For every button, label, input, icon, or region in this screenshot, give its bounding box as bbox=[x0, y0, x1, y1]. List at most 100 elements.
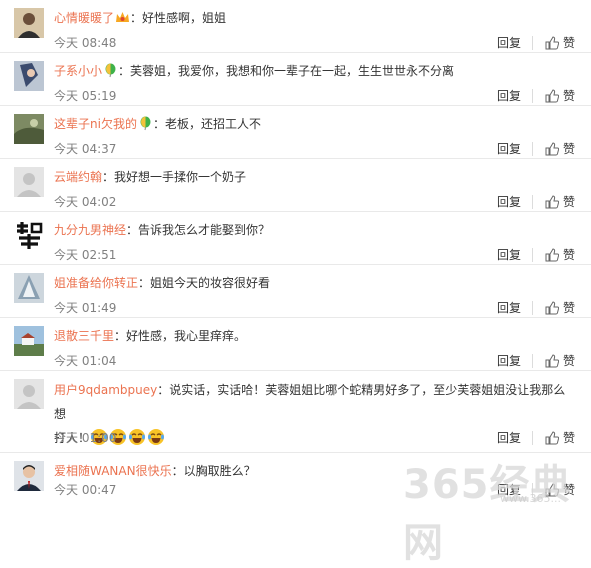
reply-button[interactable]: 回复 bbox=[497, 248, 521, 262]
like-button[interactable]: 赞 bbox=[545, 483, 575, 497]
comment-time: 今天 08:48 bbox=[54, 36, 117, 50]
reply-button[interactable]: 回复 bbox=[497, 142, 521, 156]
comment-line: 子系小小 ：芙蓉姐，我爱你，我想和你一辈子在一起，生生世世永不分离 bbox=[54, 60, 577, 82]
like-button[interactable]: 赞 bbox=[545, 354, 575, 368]
laughing-tears-emoji-icon bbox=[147, 428, 165, 446]
divider bbox=[532, 431, 533, 445]
comment-line: 姐准备给你转正：姐姐今天的妆容很好看 bbox=[54, 272, 577, 294]
comment-text: ：好性感，我心里痒痒。 bbox=[114, 329, 247, 343]
comment-time: 今天 05:19 bbox=[54, 89, 117, 103]
avatar[interactable] bbox=[14, 61, 44, 91]
like-label: 赞 bbox=[562, 142, 575, 156]
comment-line: 九分九男神经：告诉我怎么才能娶到你？ bbox=[54, 219, 577, 241]
comment-item: 云端约翰：我好想一手揉你一个奶子 今天 04:02 回复 赞 bbox=[0, 159, 591, 212]
username-link[interactable]: 用户9qdambpuey bbox=[54, 383, 157, 397]
comment-time: 今天 04:02 bbox=[54, 195, 117, 209]
comment-item: 退散三千里：好性感，我心里痒痒。 今天 01:04 回复 赞 bbox=[0, 318, 591, 371]
avatar[interactable] bbox=[14, 114, 44, 144]
comment-text: ：以胸取胜么？ bbox=[171, 464, 256, 478]
comment-line: 这辈子ni欠我的 ：老板，还招工人不 bbox=[54, 113, 577, 135]
comment-text: ：老板，还招工人不 bbox=[152, 117, 261, 131]
divider bbox=[532, 195, 533, 209]
balloon-badge-icon bbox=[103, 63, 118, 78]
comment-line: 心情暖暖了 ：好性感啊，姐姐 bbox=[54, 7, 577, 29]
like-button[interactable]: 赞 bbox=[545, 301, 575, 315]
username-link[interactable]: 心情暖暖了 bbox=[54, 11, 114, 25]
like-button[interactable]: 赞 bbox=[545, 142, 575, 156]
reply-button[interactable]: 回复 bbox=[497, 89, 521, 103]
thumbs-up-icon bbox=[545, 142, 559, 156]
thumbs-up-icon bbox=[545, 301, 559, 315]
like-label: 赞 bbox=[562, 354, 575, 368]
comment-item: 子系小小 ：芙蓉姐，我爱你，我想和你一辈子在一起，生生世世永不分离 今天 05:1… bbox=[0, 53, 591, 106]
thumbs-up-icon bbox=[545, 195, 559, 209]
crown-badge-icon bbox=[115, 10, 130, 25]
comment-item: 心情暖暖了 ：好性感啊，姐姐 今天 08:48 回复 赞 bbox=[0, 0, 591, 53]
divider bbox=[532, 248, 533, 262]
laughing-tears-emoji-icon bbox=[128, 428, 146, 446]
username-link[interactable]: 姐准备给你转正 bbox=[54, 276, 138, 290]
reply-button[interactable]: 回复 bbox=[497, 195, 521, 209]
divider bbox=[532, 354, 533, 368]
divider bbox=[532, 301, 533, 315]
like-label: 赞 bbox=[562, 248, 575, 262]
comment-item: 爱相随WANAN很快乐：以胸取胜么？ 今天 00:47 回复 赞 bbox=[0, 453, 591, 510]
like-label: 赞 bbox=[562, 89, 575, 103]
avatar[interactable] bbox=[14, 220, 44, 250]
avatar[interactable] bbox=[14, 461, 44, 491]
divider bbox=[532, 142, 533, 156]
comment-text: ：我好想一手揉你一个奶子 bbox=[102, 170, 247, 184]
username-link[interactable]: 退散三千里 bbox=[54, 329, 114, 343]
thumbs-up-icon bbox=[545, 36, 559, 50]
comment-time: 今天 01:04 bbox=[54, 354, 117, 368]
like-label: 赞 bbox=[562, 195, 575, 209]
comment-text: ：告诉我怎么才能娶到你？ bbox=[126, 223, 271, 237]
comment-time: 今天 01:49 bbox=[54, 301, 117, 315]
reply-button[interactable]: 回复 bbox=[497, 483, 521, 497]
comment-line: 云端约翰：我好想一手揉你一个奶子 bbox=[54, 166, 577, 188]
thumbs-up-icon bbox=[545, 431, 559, 445]
like-label: 赞 bbox=[562, 301, 575, 315]
avatar[interactable] bbox=[14, 326, 44, 356]
avatar[interactable] bbox=[14, 8, 44, 38]
username-link[interactable]: 爱相随WANAN很快乐 bbox=[54, 464, 172, 478]
reply-button[interactable]: 回复 bbox=[497, 431, 521, 445]
reply-button[interactable]: 回复 bbox=[497, 36, 521, 50]
comment-time: 今天 00:47 bbox=[54, 483, 117, 497]
thumbs-up-icon bbox=[545, 483, 559, 497]
username-link[interactable]: 子系小小 bbox=[54, 64, 102, 78]
comment-item: 姐准备给你转正：姐姐今天的妆容很好看 今天 01:49 回复 赞 bbox=[0, 265, 591, 318]
avatar[interactable] bbox=[14, 167, 44, 197]
divider bbox=[532, 483, 533, 497]
divider bbox=[532, 89, 533, 103]
like-label: 赞 bbox=[562, 483, 575, 497]
comment-line: 退散三千里：好性感，我心里痒痒。 bbox=[54, 325, 577, 347]
like-button[interactable]: 赞 bbox=[545, 89, 575, 103]
comment-line: 爱相随WANAN很快乐：以胸取胜么？ bbox=[54, 460, 577, 482]
thumbs-up-icon bbox=[545, 248, 559, 262]
avatar[interactable] bbox=[14, 379, 44, 409]
like-button[interactable]: 赞 bbox=[545, 195, 575, 209]
comment-text: ：姐姐今天的妆容很好看 bbox=[138, 276, 271, 290]
comment-time: 今天 04:37 bbox=[54, 142, 117, 156]
username-link[interactable]: 九分九男神经 bbox=[54, 223, 126, 237]
comment-item: 用户9qdambpuey：说实话，实话哈！芙蓉姐姐比哪个蛇精男好多了，至少芙蓉姐… bbox=[0, 371, 591, 453]
avatar[interactable] bbox=[14, 273, 44, 303]
like-label: 赞 bbox=[562, 431, 575, 445]
like-button[interactable]: 赞 bbox=[545, 36, 575, 50]
comment-text: ：好性感啊，姐姐 bbox=[130, 11, 227, 25]
balloon-badge-icon bbox=[138, 116, 153, 131]
comment-item: 这辈子ni欠我的 ：老板，还招工人不 今天 04:37 回复 赞 bbox=[0, 106, 591, 159]
username-link[interactable]: 这辈子ni欠我的 bbox=[54, 117, 137, 131]
like-button[interactable]: 赞 bbox=[545, 431, 575, 445]
like-label: 赞 bbox=[562, 36, 575, 50]
username-link[interactable]: 云端约翰 bbox=[54, 170, 102, 184]
divider bbox=[532, 36, 533, 50]
comment-time: 今天 02:51 bbox=[54, 248, 117, 262]
reply-button[interactable]: 回复 bbox=[497, 301, 521, 315]
reply-button[interactable]: 回复 bbox=[497, 354, 521, 368]
comment-text: ：芙蓉姐，我爱你，我想和你一辈子在一起，生生世世永不分离 bbox=[118, 64, 455, 78]
like-button[interactable]: 赞 bbox=[545, 248, 575, 262]
thumbs-up-icon bbox=[545, 89, 559, 103]
thumbs-up-icon bbox=[545, 354, 559, 368]
